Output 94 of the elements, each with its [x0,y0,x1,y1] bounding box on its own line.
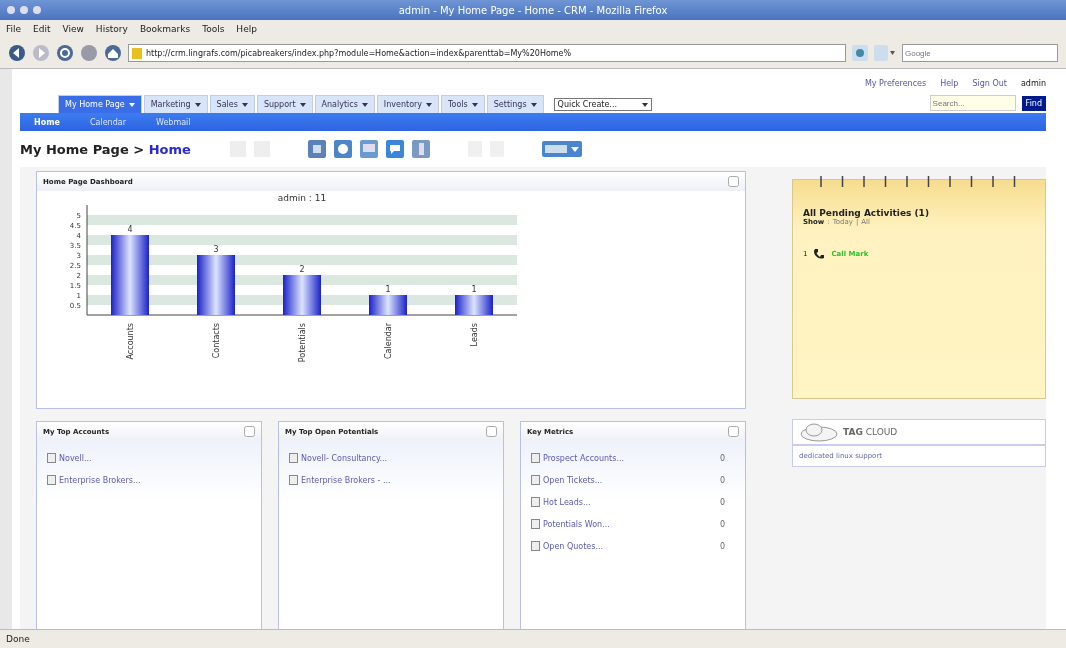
cloud-icon [799,422,839,442]
record-link[interactable]: Novell... [59,453,251,463]
menu-item[interactable]: File [6,24,22,34]
find-button[interactable]: Find [1021,96,1046,111]
header-link[interactable]: My Preferences [864,79,927,91]
document-icon [531,453,540,463]
nav-tab[interactable]: My Home Page [58,95,142,113]
window-title: admin - My Home Page - Home - CRM - Mozilla Firefox [397,4,669,16]
clock-icon[interactable] [334,140,352,158]
address-field[interactable]: http://crm.lingrafs.com/picabreakers/index.php?module=Home&action=index&parenttab=My%20Home% [128,44,846,62]
bar [197,255,235,315]
forward-icon[interactable] [32,44,50,62]
category-label: Contacts [212,323,221,359]
status-text: Done [6,634,30,644]
metric-count: 0 [719,519,725,529]
data-label: 4 [127,225,133,234]
data-label: 2 [299,265,305,274]
caret-icon [241,102,248,107]
caret-icon [128,102,135,107]
maximize-icon[interactable] [486,426,497,437]
metric-count: 0 [719,497,725,507]
maximize-icon[interactable] [244,426,255,437]
maximize-icon[interactable] [728,176,739,187]
caret-icon [530,102,537,107]
document-icon [531,541,540,551]
record-link[interactable]: Prospect Accounts... [543,453,717,463]
caret-icon [361,102,368,107]
header-link[interactable]: Help [940,79,959,91]
menu-item[interactable]: Tools [202,24,225,34]
record-link[interactable]: Potentials Won... [543,519,717,529]
bar [455,295,493,315]
document-icon [47,453,56,463]
back-icon[interactable] [8,44,26,62]
nav-tab[interactable]: Inventory [376,95,440,113]
document-icon [531,519,540,529]
nav-tab[interactable]: Settings [486,95,544,113]
nav-tab[interactable]: Marketing [143,95,208,113]
metric-count: 0 [719,453,725,463]
record-link[interactable]: Open Tickets... [543,475,717,485]
quick-create-select[interactable]: Quick Create... [553,98,652,111]
category-label: Leads [470,323,479,347]
menu-item[interactable]: History [95,24,128,34]
bar [283,275,321,315]
sub-tab[interactable]: Webmail [155,117,191,127]
document-icon [289,475,298,485]
metric-count: 0 [719,541,725,551]
metric-count: 0 [719,475,725,485]
stop-icon[interactable] [80,44,98,62]
activities-title: All Pending Activities (1) [803,208,930,218]
search-field[interactable]: Google [902,44,1058,62]
record-link[interactable]: Novell- Consultancy... [301,453,493,463]
dropdown-icon[interactable] [542,141,582,157]
search-engine-icon[interactable] [874,45,896,61]
search-field[interactable]: Search... [929,95,1016,111]
document-icon [531,497,540,507]
record-link[interactable]: Hot Leads... [543,497,717,507]
document-icon [531,475,540,485]
header-link[interactable]: Sign Out [972,79,1007,91]
data-label: 1 [385,285,391,294]
nav-tab[interactable]: Sales [209,95,255,113]
record-link[interactable]: Open Quotes... [543,541,717,551]
caret-icon [426,102,433,107]
record-link[interactable]: Enterprise Brokers... [59,475,251,485]
nav-tab[interactable]: Analytics [314,95,375,113]
screen-icon[interactable] [360,140,378,158]
category-label: Accounts [126,323,135,360]
sub-tab[interactable]: Home [34,117,60,127]
category-label: Potentials [298,323,307,363]
menu-item[interactable]: View [62,24,84,34]
data-label: 3 [213,245,219,254]
chart-title: admin : 11 [277,193,327,203]
menu-item[interactable]: Help [236,24,257,34]
sub-tab[interactable]: Calendar [89,117,126,127]
nav-tab[interactable]: Support [256,95,313,113]
menu-item[interactable]: Edit [33,24,51,34]
reload-icon[interactable] [56,44,74,62]
tag-cloud-title: TAG CLOUD [843,427,898,437]
menu-item[interactable]: Bookmarks [139,24,191,34]
maximize-icon[interactable] [728,426,739,437]
nav-tab[interactable]: Tools [441,95,485,113]
record-link[interactable]: Enterprise Brokers - ... [301,475,493,485]
caret-icon [641,102,648,107]
home-icon[interactable] [104,44,122,62]
chat-icon[interactable] [386,140,404,158]
breadcrumb: My Home Page > Home [20,141,192,157]
document-icon [289,453,298,463]
caret-icon [194,102,201,107]
data-label: 1 [471,285,477,294]
document-icon [47,475,56,485]
caret-icon [299,102,306,107]
caret-icon [471,102,478,107]
category-label: Calendar [384,323,393,359]
user-name: admin [1020,79,1046,90]
bar [369,295,407,315]
